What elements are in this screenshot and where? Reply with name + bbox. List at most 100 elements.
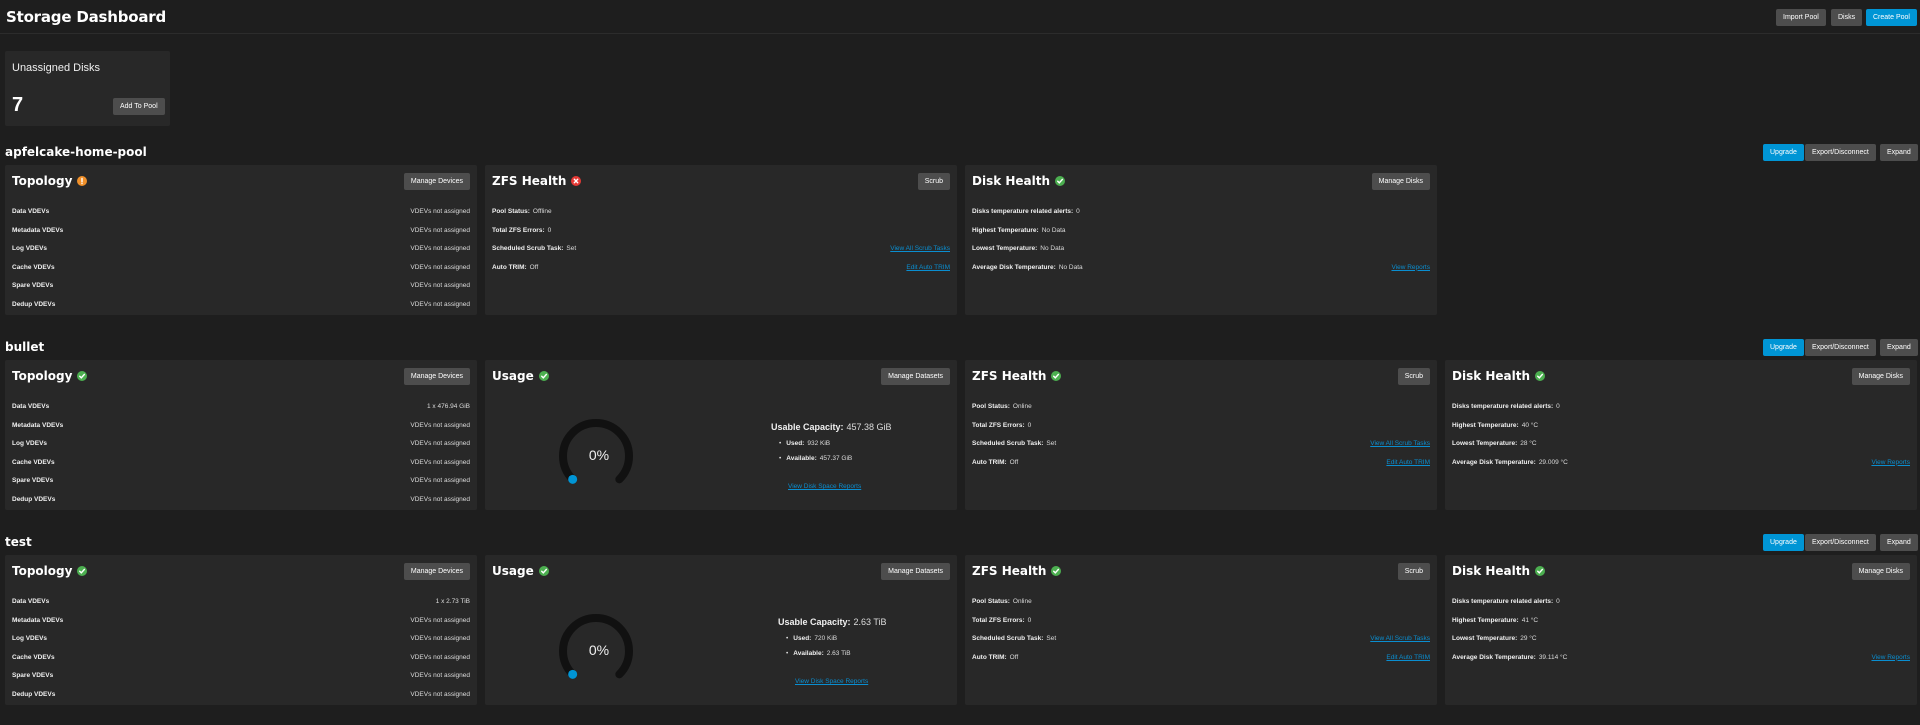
- upgrade-button[interactable]: Upgrade: [1763, 144, 1804, 161]
- avg-temp-label: Average Disk Temperature:: [1452, 458, 1536, 466]
- total-errors-label: Total ZFS Errors:: [972, 616, 1025, 624]
- expand-button[interactable]: Expand: [1880, 534, 1918, 551]
- usage-card: Usage Manage Datasets 0% Usable Capacity: 2.…: [485, 555, 957, 705]
- view-reports-link[interactable]: View Reports: [1871, 654, 1910, 661]
- manage-disks-button[interactable]: Manage Disks: [1851, 563, 1910, 580]
- auto-trim-row: Auto TRIM: Off: [492, 264, 538, 271]
- total-errors-label: Total ZFS Errors:: [492, 226, 545, 234]
- lowest-temp-row: Lowest Temperature: 28 °C: [1452, 440, 1537, 447]
- disks-button[interactable]: Disks: [1831, 9, 1863, 26]
- highest-temp-label: Highest Temperature:: [1452, 616, 1519, 624]
- zfs-health-title-text: ZFS Health: [972, 369, 1047, 383]
- manage-datasets-button[interactable]: Manage Datasets: [881, 563, 950, 580]
- auto-trim-value: Off: [529, 263, 539, 271]
- view-reports-link[interactable]: View Reports: [1391, 264, 1430, 271]
- view-all-scrub-tasks-link[interactable]: View All Scrub Tasks: [890, 245, 950, 252]
- topology-row-value: VDEVs not assigned: [410, 653, 470, 661]
- upgrade-button[interactable]: Upgrade: [1763, 534, 1804, 551]
- auto-trim-value: Off: [1009, 458, 1019, 466]
- total-errors-value: 0: [1027, 421, 1032, 429]
- zfs-health-title: ZFS Health: [972, 369, 1062, 383]
- topology-card: Topology Manage Devices Data VDEVs VDEVs no…: [5, 165, 477, 315]
- upgrade-button[interactable]: Upgrade: [1763, 339, 1804, 356]
- expand-button[interactable]: Expand: [1880, 144, 1918, 161]
- avg-temp-label: Average Disk Temperature:: [972, 263, 1056, 271]
- scrub-button[interactable]: Scrub: [1397, 368, 1430, 385]
- disk-health-status-icon: [1535, 371, 1546, 381]
- disk-health-title: Disk Health: [972, 174, 1066, 188]
- view-all-scrub-tasks-link[interactable]: View All Scrub Tasks: [1370, 635, 1430, 642]
- topology-row-label: Spare VDEVs: [12, 672, 54, 680]
- export-disconnect-button[interactable]: Export/Disconnect: [1805, 534, 1876, 551]
- manage-devices-button[interactable]: Manage Devices: [403, 563, 470, 580]
- scrub-button[interactable]: Scrub: [1397, 563, 1430, 580]
- highest-temp-value: 40 °C: [1521, 421, 1539, 429]
- scheduled-scrub-row: Scheduled Scrub Task: Set: [972, 635, 1056, 642]
- zfs-health-card: ZFS Health Scrub Pool Status: Online Total Z…: [965, 555, 1437, 705]
- bullet-dot: •: [779, 440, 782, 447]
- topology-row-label: Log VDEVs: [12, 245, 48, 253]
- total-errors-row: Total ZFS Errors: 0: [972, 617, 1031, 624]
- lowest-temp-value: 29 °C: [1520, 635, 1537, 643]
- manage-devices-button[interactable]: Manage Devices: [403, 173, 470, 190]
- topology-row-label: Data VDEVs: [12, 598, 50, 605]
- view-disk-space-reports-link[interactable]: View Disk Space Reports: [788, 483, 861, 490]
- edit-auto-trim-link[interactable]: Edit Auto TRIM: [1386, 459, 1430, 466]
- auto-trim-label: Auto TRIM:: [492, 263, 527, 271]
- usable-capacity: Usable Capacity: 2.63 TiB: [778, 617, 887, 627]
- topology-row-value: VDEVs not assigned: [410, 616, 470, 624]
- disk-health-card: Disk Health Manage Disks Disks temperature…: [1445, 360, 1917, 510]
- lowest-temp-row: Lowest Temperature: 29 °C: [1452, 635, 1537, 642]
- manage-devices-button[interactable]: Manage Devices: [403, 368, 470, 385]
- avg-temp-row: Average Disk Temperature: No Data: [972, 264, 1083, 271]
- edit-auto-trim-link[interactable]: Edit Auto TRIM: [906, 264, 950, 271]
- avg-temp-value: 29.009 °C: [1538, 458, 1568, 466]
- total-errors-value: 0: [1027, 616, 1032, 624]
- topology-row-label: Log VDEVs: [12, 635, 48, 643]
- topology-row-label: Metadata VDEVs: [12, 616, 64, 624]
- highest-temp-value: 41 °C: [1521, 616, 1539, 624]
- pool-status-label: Pool Status:: [972, 403, 1010, 410]
- edit-auto-trim-link[interactable]: Edit Auto TRIM: [1386, 654, 1430, 661]
- scheduled-scrub-row: Scheduled Scrub Task: Set: [972, 440, 1056, 447]
- manage-disks-button[interactable]: Manage Disks: [1371, 173, 1430, 190]
- pool-name: test: [5, 535, 32, 549]
- usable-capacity-value: 457.38 GiB: [846, 422, 892, 432]
- scheduled-scrub-label: Scheduled Scrub Task:: [972, 440, 1044, 448]
- zfs-status-icon: [1051, 371, 1062, 381]
- view-reports-link[interactable]: View Reports: [1871, 459, 1910, 466]
- manage-disks-button[interactable]: Manage Disks: [1851, 368, 1910, 385]
- auto-trim-row: Auto TRIM: Off: [972, 459, 1018, 466]
- disk-alerts-label: Disks temperature related alerts:: [1452, 403, 1554, 410]
- pool-status-row: Pool Status: Offline: [492, 208, 552, 215]
- view-all-scrub-tasks-link[interactable]: View All Scrub Tasks: [1370, 440, 1430, 447]
- disk-health-title-text: Disk Health: [972, 174, 1051, 188]
- zfs-health-title-text: ZFS Health: [492, 174, 567, 188]
- topology-row-label: Data VDEVs: [12, 403, 50, 410]
- export-disconnect-button[interactable]: Export/Disconnect: [1805, 144, 1876, 161]
- view-disk-space-reports-link[interactable]: View Disk Space Reports: [795, 678, 868, 685]
- topology-row-value: 1 x 476.94 GiB: [427, 403, 470, 410]
- disk-health-title: Disk Health: [1452, 369, 1546, 383]
- avg-temp-value: 39.114 °C: [1538, 653, 1568, 661]
- topology-row-label: Dedup VDEVs: [12, 691, 56, 698]
- topology-row-value: VDEVs not assigned: [410, 458, 470, 466]
- topology-row-value: VDEVs not assigned: [410, 263, 470, 271]
- topology-title-text: Topology: [12, 174, 73, 188]
- manage-datasets-button[interactable]: Manage Datasets: [881, 368, 950, 385]
- avg-temp-row: Average Disk Temperature: 29.009 °C: [1452, 459, 1568, 466]
- add-to-pool-button[interactable]: Add To Pool: [113, 98, 165, 115]
- create-pool-button[interactable]: Create Pool: [1866, 9, 1917, 26]
- usage-title-text: Usage: [492, 369, 534, 383]
- pool-status-row: Pool Status: Online: [972, 403, 1032, 410]
- highest-temp-row: Highest Temperature: No Data: [972, 227, 1066, 234]
- export-disconnect-button[interactable]: Export/Disconnect: [1805, 339, 1876, 356]
- pool-status-row: Pool Status: Online: [972, 598, 1032, 605]
- total-errors-value: 0: [547, 226, 552, 234]
- expand-button[interactable]: Expand: [1880, 339, 1918, 356]
- usable-capacity-value: 2.63 TiB: [853, 617, 887, 627]
- bullet-dot: •: [786, 650, 789, 657]
- scrub-button[interactable]: Scrub: [917, 173, 950, 190]
- topology-row-value: VDEVs not assigned: [410, 496, 470, 503]
- import-pool-button[interactable]: Import Pool: [1776, 9, 1826, 26]
